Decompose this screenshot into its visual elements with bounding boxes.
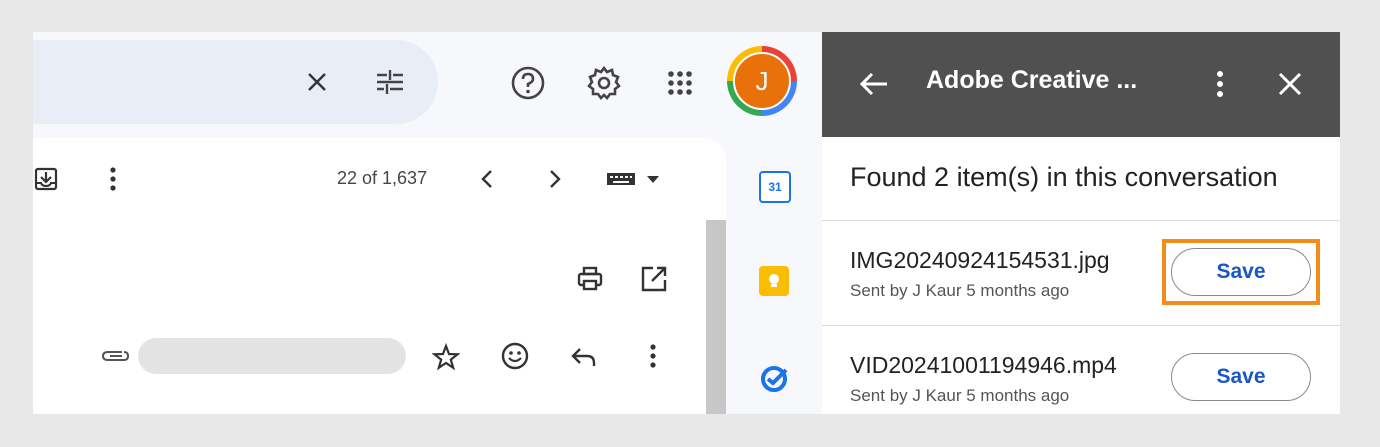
screen: J 22 of 1,637 31 Adobe Creative ... Foun… xyxy=(33,32,1340,414)
print-all-button[interactable] xyxy=(571,260,609,298)
avatar-initial: J xyxy=(755,65,769,96)
newer-button[interactable] xyxy=(473,164,501,194)
close-icon xyxy=(308,73,326,91)
print-icon xyxy=(577,266,603,291)
found-items-heading: Found 2 item(s) in this conversation xyxy=(850,162,1278,192)
open-in-new-window-button[interactable] xyxy=(635,260,673,298)
close-icon xyxy=(1278,72,1302,96)
caret-down-icon xyxy=(647,176,659,183)
add-reaction-button[interactable] xyxy=(495,336,535,376)
gmail-area: J 22 of 1,637 31 xyxy=(33,32,822,414)
more-vert-icon xyxy=(650,344,656,368)
redacted-subject xyxy=(138,338,406,374)
back-button[interactable] xyxy=(852,62,896,106)
more-vert-icon xyxy=(110,167,116,191)
star-button[interactable] xyxy=(428,338,464,376)
panel-title: Adobe Creative ... xyxy=(926,66,1138,94)
calendar-app-button[interactable]: 31 xyxy=(759,171,791,203)
message-more-button[interactable] xyxy=(637,338,669,374)
settings-button[interactable] xyxy=(583,62,625,104)
attachment-file-name: IMG20240924154531.jpg xyxy=(850,247,1110,273)
keyboard-icon xyxy=(607,173,635,185)
apps-grid-icon xyxy=(668,71,692,95)
attachment-meta: Sent by J Kaur 5 months ago xyxy=(850,281,1070,300)
keep-bulb-icon xyxy=(769,274,779,287)
save-attachment-2-button[interactable]: Save xyxy=(1171,353,1311,401)
keep-app-button[interactable] xyxy=(759,266,789,296)
panel-header: Adobe Creative ... xyxy=(822,32,1340,137)
open-in-new-icon xyxy=(641,266,667,292)
more-actions-button[interactable] xyxy=(97,162,129,196)
account-avatar-button[interactable]: J xyxy=(727,46,797,116)
chevron-left-icon xyxy=(481,170,492,188)
arrow-left-icon xyxy=(859,72,887,96)
clear-search-button[interactable] xyxy=(297,62,337,102)
archive-download-icon xyxy=(34,167,58,191)
attachment-meta: Sent by J Kaur 5 months ago xyxy=(850,386,1070,405)
more-vert-icon xyxy=(1217,71,1223,97)
divider xyxy=(822,220,1340,221)
search-options-button[interactable] xyxy=(370,62,410,102)
calendar-icon: 31 xyxy=(768,180,782,194)
reply-icon xyxy=(571,348,596,366)
attachment-file-name: VID20241001194946.mp4 xyxy=(850,352,1117,378)
divider xyxy=(822,325,1340,326)
apps-button[interactable] xyxy=(659,62,701,104)
star-icon xyxy=(432,343,460,371)
avatar: J xyxy=(733,52,791,110)
paperclip-icon xyxy=(101,351,130,361)
tune-icon xyxy=(377,70,403,94)
close-panel-button[interactable] xyxy=(1268,62,1312,106)
panel-more-button[interactable] xyxy=(1202,62,1238,106)
adobe-addon-panel: Adobe Creative ... Found 2 item(s) in th… xyxy=(822,32,1340,414)
tasks-app-button[interactable] xyxy=(759,364,789,394)
input-tools-button[interactable] xyxy=(601,164,665,194)
page-count: 22 of 1,637 xyxy=(337,168,428,188)
older-button[interactable] xyxy=(541,164,569,194)
tasks-check-icon xyxy=(761,366,788,392)
reply-button[interactable] xyxy=(565,338,603,376)
move-to-inbox-button[interactable] xyxy=(33,164,59,194)
emoji-icon xyxy=(501,342,529,370)
attachment-indicator xyxy=(99,340,131,370)
help-button[interactable] xyxy=(507,62,549,104)
chevron-right-icon xyxy=(550,170,561,188)
save-attachment-1-button[interactable]: Save xyxy=(1171,248,1311,296)
gear-icon xyxy=(587,65,621,100)
search-bar[interactable] xyxy=(33,40,438,124)
help-icon xyxy=(511,66,545,100)
scrollbar[interactable] xyxy=(706,220,726,414)
